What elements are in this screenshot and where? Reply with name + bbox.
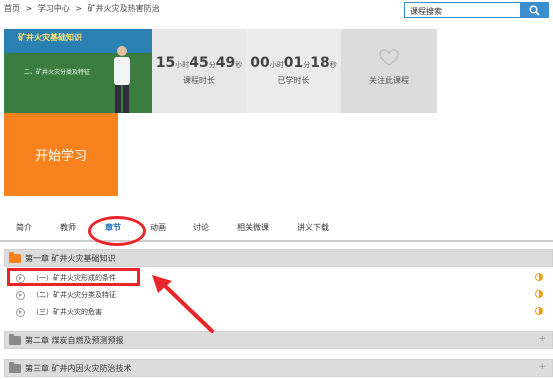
half-progress-icon xyxy=(535,307,543,315)
lecturer-figure xyxy=(114,46,130,113)
expand-plus-icon[interactable]: + xyxy=(538,362,546,372)
studied-duration-panel: 00小时01分18秒 已学时长 xyxy=(246,29,341,113)
course-tabs: 简介 教师 章节 动画 讨论 相关微课 讲义下载 xyxy=(0,214,553,242)
tab-related-microlessons[interactable]: 相关微课 xyxy=(237,222,269,233)
expand-plus-icon[interactable]: + xyxy=(538,334,546,344)
start-learning-button[interactable]: 开始学习 xyxy=(4,113,118,196)
annotation-arrow xyxy=(152,275,214,333)
lesson-title: （三）矿井火灾的危害 xyxy=(32,308,102,316)
thumbnail-title: 矿井火灾基础知识 xyxy=(18,33,82,42)
search-input[interactable]: 课程搜索 xyxy=(404,2,521,18)
breadcrumb: 首页 > 学习中心 > 矿井火灾及热害防治 xyxy=(4,3,163,14)
tab-intro[interactable]: 简介 xyxy=(16,222,32,233)
chapter-header-2[interactable]: 第二章 煤炭自燃及预测预报 + xyxy=(4,331,553,349)
annotation-highlight-box xyxy=(7,268,140,286)
course-thumbnail[interactable]: 矿井火灾基础知识 二、矿井火灾分类及特征 xyxy=(4,29,152,113)
play-icon xyxy=(16,308,25,317)
folder-icon xyxy=(9,362,21,373)
course-duration-value: 15小时45分49秒 xyxy=(155,55,243,71)
tab-handout-download[interactable]: 讲义下载 xyxy=(297,222,329,233)
breadcrumb-home-link[interactable]: 首页 xyxy=(4,4,20,13)
studied-duration-label: 已学时长 xyxy=(277,76,310,85)
folder-icon xyxy=(9,252,21,263)
lesson-title: （二）矿井火灾分类及特征 xyxy=(32,291,116,299)
play-icon xyxy=(16,291,25,300)
follow-course-button[interactable]: 关注此课程 xyxy=(341,29,437,113)
tab-teacher[interactable]: 教师 xyxy=(60,222,76,233)
breadcrumb-learning-center-link[interactable]: 学习中心 xyxy=(38,4,70,13)
thumbnail-subtitle: 二、矿井火灾分类及特征 xyxy=(24,69,91,76)
studied-duration-value: 00小时01分18秒 xyxy=(250,55,337,71)
breadcrumb-separator: > xyxy=(25,4,33,13)
folder-icon xyxy=(9,334,21,345)
chapter-title: 第三章 矿井内因火灾防治技术 xyxy=(25,364,132,373)
course-duration-panel: 15小时45分49秒 课程时长 xyxy=(152,29,246,113)
chapter-header-1[interactable]: 第一章 矿井火灾基础知识 xyxy=(4,249,553,267)
chapter-title: 第二章 煤炭自燃及预测预报 xyxy=(25,336,124,345)
half-progress-icon xyxy=(535,273,543,281)
tab-discussion[interactable]: 讨论 xyxy=(193,222,209,233)
breadcrumb-separator: > xyxy=(75,4,83,13)
course-duration-label: 课程时长 xyxy=(183,76,215,85)
heart-icon xyxy=(379,49,399,66)
search-button[interactable] xyxy=(520,2,549,18)
lesson-item-3[interactable]: （三）矿井火灾的危害 xyxy=(4,304,553,320)
breadcrumb-current-course: 矿井火灾及热害防治 xyxy=(87,4,160,13)
search-icon xyxy=(529,5,540,16)
follow-course-label: 关注此课程 xyxy=(369,76,409,85)
tab-animation[interactable]: 动画 xyxy=(150,222,166,233)
half-progress-icon xyxy=(535,290,543,298)
annotation-circle xyxy=(88,216,146,246)
lesson-item-2[interactable]: （二）矿井火灾分类及特征 xyxy=(4,287,553,303)
chapter-header-3[interactable]: 第三章 矿井内因火灾防治技术 + xyxy=(4,359,553,377)
chapter-title: 第一章 矿井火灾基础知识 xyxy=(25,254,116,263)
